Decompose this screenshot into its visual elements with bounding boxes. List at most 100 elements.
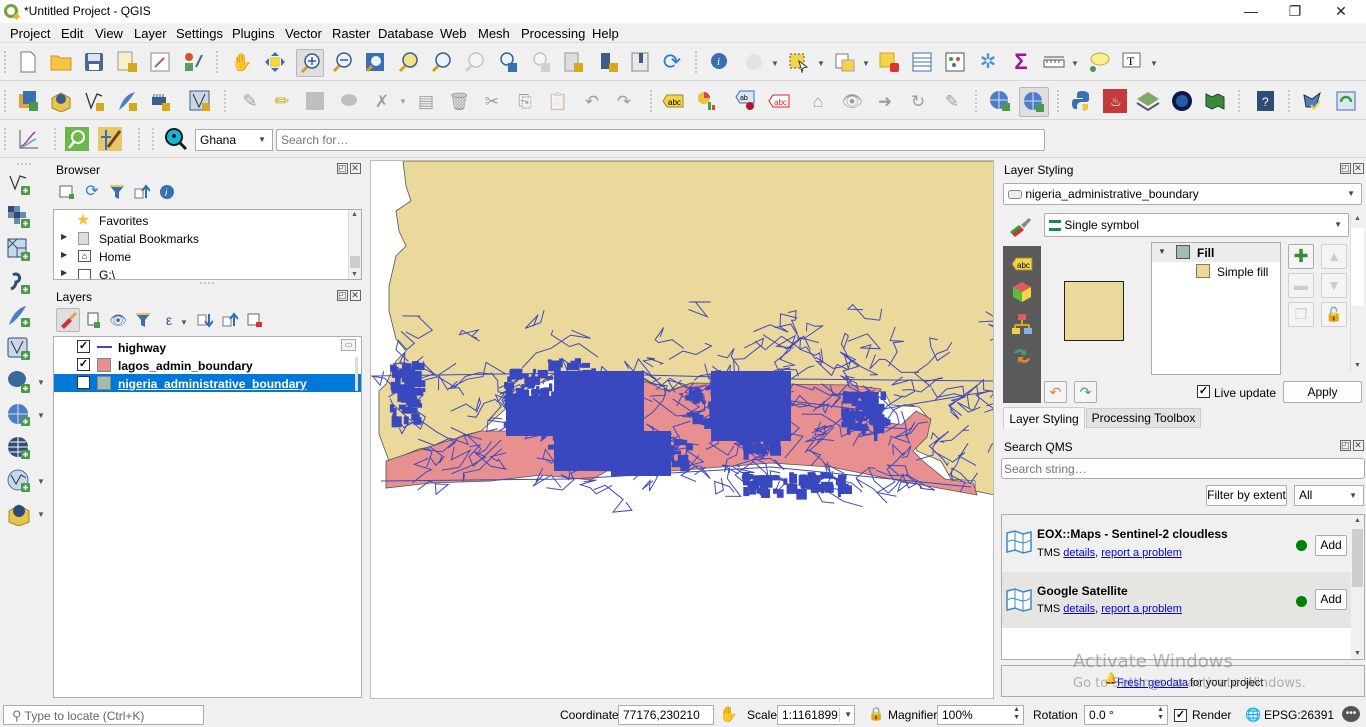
render-checkbox[interactable]: ✓: [1174, 709, 1187, 722]
qms-result-item[interactable]: EOX::Maps - Sentinel-2 cloudless TMS det…: [1002, 515, 1352, 572]
add-geopackage-layer-icon[interactable]: [7, 502, 31, 526]
dropdown-arrow[interactable]: ▼: [817, 59, 825, 68]
add-virtual-layer-icon[interactable]: [7, 337, 31, 361]
change-label-icon[interactable]: ✎: [940, 89, 964, 113]
layer-diagram-icon[interactable]: [695, 89, 719, 113]
field-calculator-icon[interactable]: [943, 50, 967, 74]
add-wms-layer-icon[interactable]: [7, 403, 31, 427]
properties-icon[interactable]: i: [157, 182, 177, 202]
search-layer-icon[interactable]: [1019, 87, 1049, 117]
zoom-native-resolution-icon[interactable]: [462, 50, 486, 74]
dropdown-arrow[interactable]: ▼: [1150, 59, 1158, 68]
add-selected-layers-icon[interactable]: [57, 182, 77, 202]
text-annotation-icon[interactable]: T: [1120, 50, 1144, 74]
add-service-button[interactable]: Add: [1315, 535, 1347, 556]
filter-by-extent-button[interactable]: Filter by extent: [1206, 485, 1287, 506]
zoom-in-icon[interactable]: [296, 49, 324, 77]
browser-scrollbar[interactable]: ▲ ▼: [348, 210, 361, 279]
toolbar-grip[interactable]: [1238, 90, 1242, 112]
deselect-all-icon[interactable]: [877, 50, 901, 74]
heatmap-plugin-icon[interactable]: ♨: [1103, 89, 1127, 113]
spin-arrows-icon[interactable]: ▲ ▼: [1157, 706, 1164, 722]
copy-features-icon[interactable]: ⎘: [513, 89, 537, 113]
dropdown-arrow[interactable]: ▼: [180, 318, 188, 327]
tab-layer-styling[interactable]: Layer Styling: [1003, 407, 1085, 429]
close-panel-icon[interactable]: ✕: [1353, 440, 1364, 451]
osm-editor-icon[interactable]: [98, 127, 122, 151]
browser-item-spatial-bookmarks[interactable]: ▶ Spatial Bookmarks: [54, 230, 361, 248]
layer-item-lagos-admin-boundary[interactable]: ✓ lagos_admin_boundary: [54, 356, 361, 374]
delete-selected-icon[interactable]: 🗑: [447, 89, 471, 113]
menu-database[interactable]: Database: [378, 26, 434, 41]
move-down-button[interactable]: ▼: [1321, 273, 1347, 298]
toolbar-grip[interactable]: [138, 128, 142, 150]
toolbar-grip[interactable]: [1288, 90, 1292, 112]
layers-scrollbar[interactable]: [355, 357, 358, 391]
save-project-icon[interactable]: [82, 50, 106, 74]
menu-edit[interactable]: Edit: [61, 26, 83, 41]
undo-icon[interactable]: ↶: [580, 89, 604, 113]
pan-map-icon[interactable]: ✋: [230, 50, 254, 74]
crs-button[interactable]: EPSG:26391: [1264, 708, 1334, 722]
add-spatialite-layer-icon[interactable]: [7, 304, 31, 328]
expand-arrow-icon[interactable]: ▶: [61, 232, 67, 241]
close-button[interactable]: ✕: [1318, 0, 1364, 23]
float-panel-icon[interactable]: ◰: [337, 163, 348, 174]
renderer-select[interactable]: Single symbol ▼: [1044, 213, 1349, 237]
remove-symbol-layer-button[interactable]: ▬: [1288, 273, 1314, 298]
dropdown-arrow[interactable]: ▼: [1071, 59, 1079, 68]
current-edits-icon[interactable]: ✎: [238, 89, 262, 113]
filter-legend-icon[interactable]: [132, 308, 154, 332]
add-service-button[interactable]: Add: [1315, 589, 1347, 610]
menu-mesh[interactable]: Mesh: [478, 26, 510, 41]
menu-raster[interactable]: Raster: [332, 26, 370, 41]
vertex-tool-icon[interactable]: ✗: [370, 89, 394, 113]
map-tips-icon[interactable]: [1087, 50, 1111, 74]
render-indicator-icon[interactable]: ▭: [341, 339, 356, 351]
qms-scrollbar[interactable]: ▲ ▼: [1351, 515, 1364, 659]
diagrams-tab-icon[interactable]: [1010, 312, 1034, 336]
quick-osm-icon[interactable]: [65, 127, 89, 151]
apply-button[interactable]: Apply: [1283, 381, 1362, 403]
close-panel-icon[interactable]: ✕: [1353, 163, 1364, 174]
dropdown-arrow[interactable]: ▼: [771, 59, 779, 68]
style-manager-icon[interactable]: [181, 50, 205, 74]
add-wfs-vector-icon[interactable]: [7, 469, 31, 493]
layer-visibility-checkbox[interactable]: ✓: [77, 358, 90, 371]
add-group-icon[interactable]: [82, 308, 104, 332]
globe-plugin-icon[interactable]: [1170, 89, 1194, 113]
duplicate-symbol-layer-button[interactable]: ❐: [1288, 302, 1314, 327]
open-layer-styling-icon[interactable]: [56, 308, 80, 332]
measure-line-icon[interactable]: [1042, 50, 1066, 74]
browser-item-favorites[interactable]: ★ Favorites: [54, 212, 361, 230]
toolbar-grip[interactable]: [975, 90, 979, 112]
report-problem-link[interactable]: report a problem: [1101, 547, 1182, 559]
menu-project[interactable]: Project: [10, 26, 50, 41]
new-map-view-icon[interactable]: [561, 50, 585, 74]
map-canvas[interactable]: [370, 160, 994, 699]
add-delimited-text-layer-icon[interactable]: [7, 271, 31, 295]
filter-icon[interactable]: [107, 182, 127, 202]
close-panel-icon[interactable]: ✕: [350, 290, 361, 301]
menu-plugins[interactable]: Plugins: [232, 26, 275, 41]
details-link[interactable]: details: [1063, 547, 1095, 559]
toolbar-grip[interactable]: [152, 128, 156, 150]
zoom-last-icon[interactable]: [495, 50, 519, 74]
expand-arrow-icon[interactable]: ▶: [61, 268, 67, 277]
close-panel-icon[interactable]: ✕: [350, 163, 361, 174]
modify-attributes-icon[interactable]: ▤: [414, 89, 438, 113]
new-mesh-layer-icon[interactable]: [188, 89, 212, 113]
dropdown-arrow[interactable]: ▼: [862, 59, 870, 68]
coordinate-field[interactable]: 77176,230210: [618, 705, 714, 725]
toolbar-grip[interactable]: [4, 128, 8, 150]
toggle-extents-icon[interactable]: ✋: [719, 705, 738, 723]
expand-arrow-icon[interactable]: ▶: [61, 250, 67, 259]
manage-map-themes-icon[interactable]: 👁: [107, 308, 129, 332]
symbology-tab-icon[interactable]: [1008, 215, 1032, 239]
report-problem-link[interactable]: report a problem: [1101, 603, 1182, 615]
rotation-spinbox[interactable]: 0.0 ° ▲ ▼: [1084, 705, 1168, 725]
statistics-icon[interactable]: Σ: [1009, 50, 1033, 74]
data-source-manager-icon[interactable]: [16, 89, 40, 113]
layer-select[interactable]: nigeria_administrative_boundary ▼: [1003, 183, 1362, 205]
browser-item-home[interactable]: ▶ ⌂ Home: [54, 248, 361, 266]
